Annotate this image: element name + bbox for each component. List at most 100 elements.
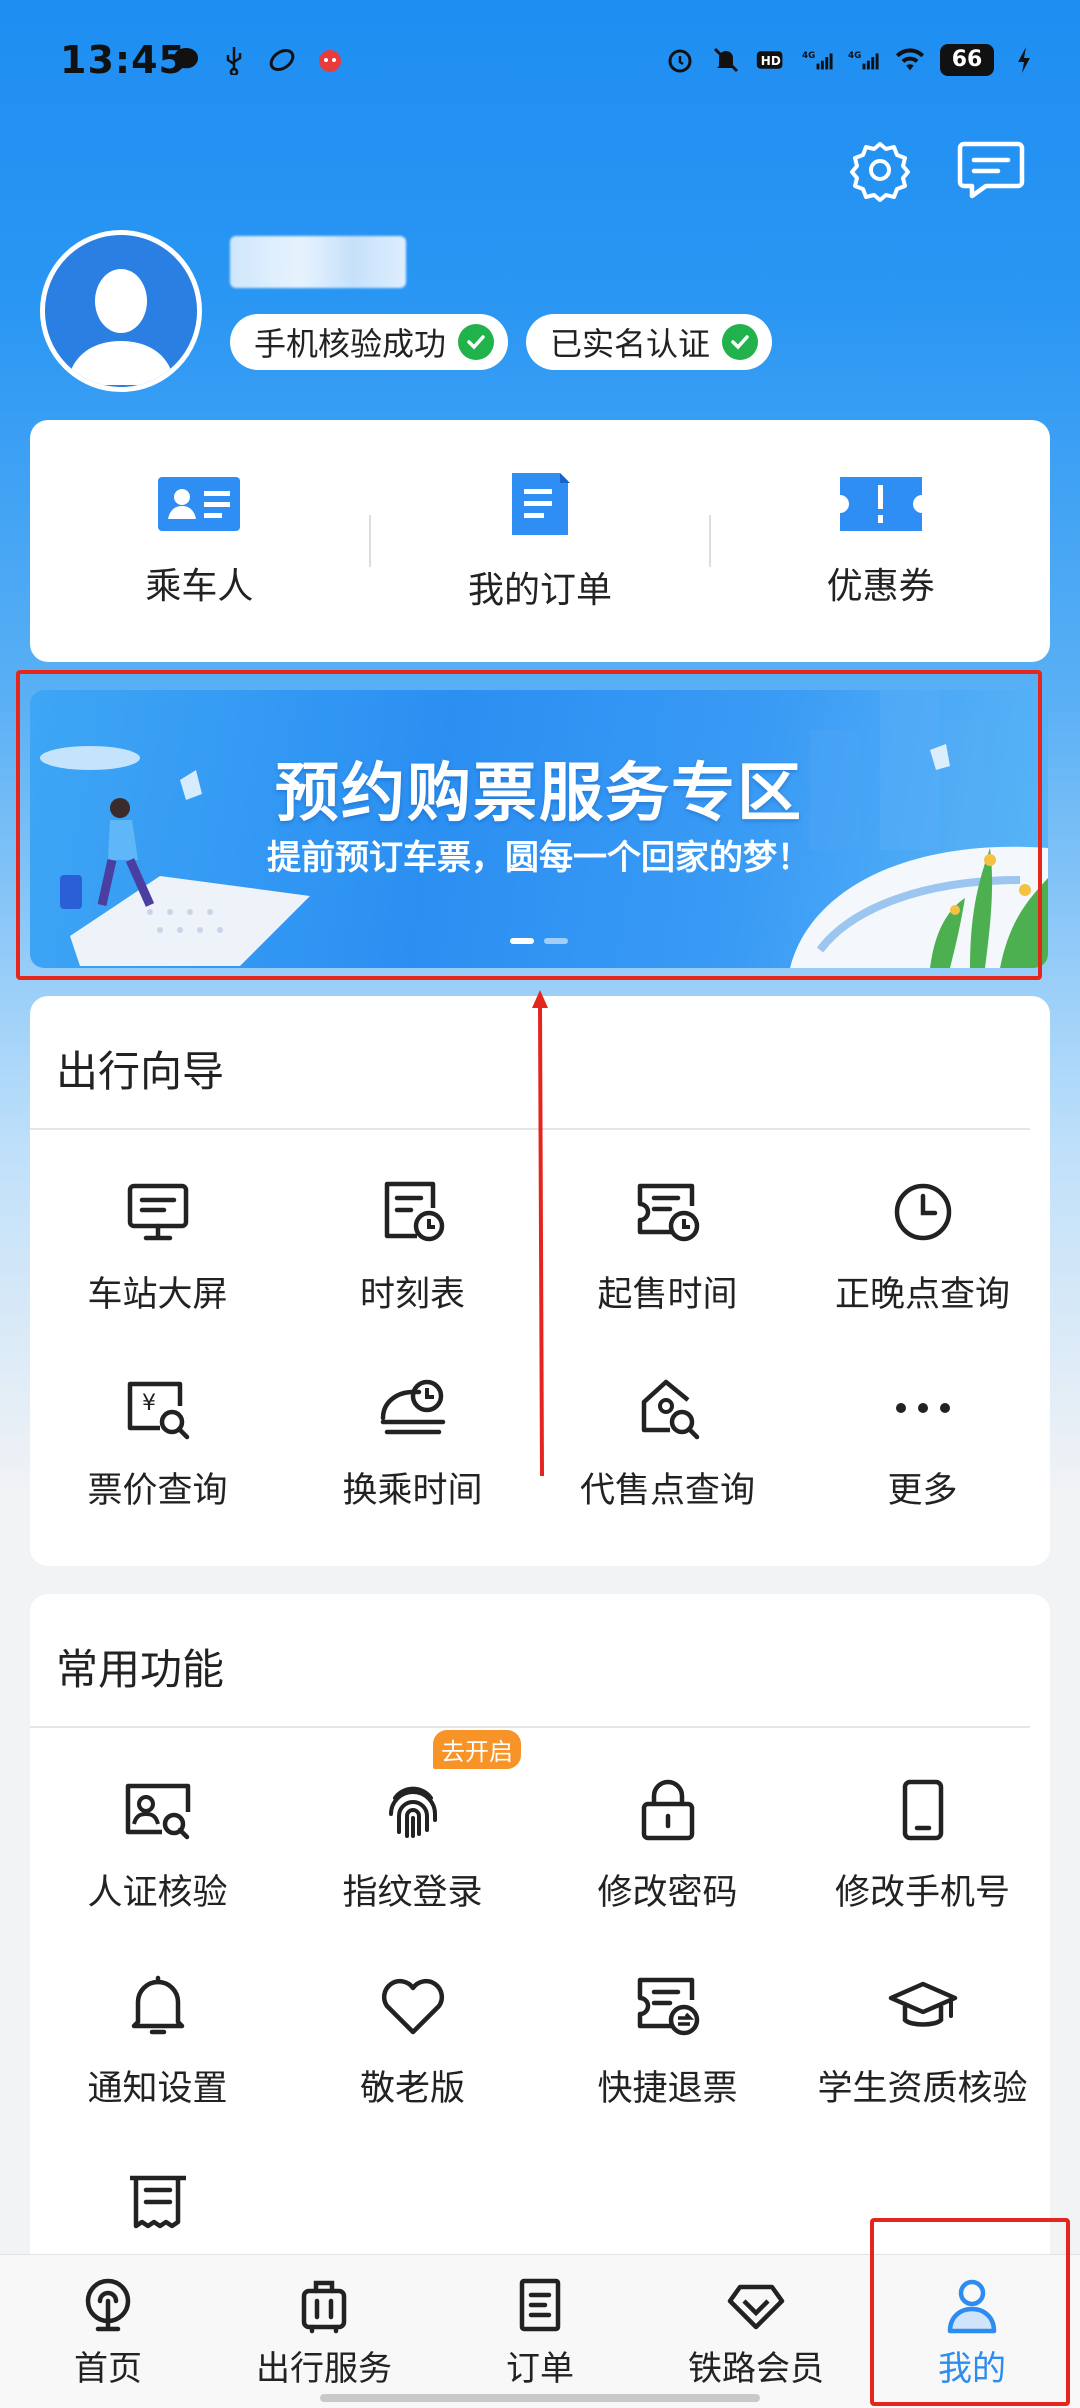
timetable-icon [384,1181,444,1242]
fingerprint-login-label: 指纹登录 [342,1873,483,1913]
status-right-icons: HD 4G 4G 66 [664,44,1040,76]
phone-icon [902,1779,943,1841]
agency-search-icon [641,1379,699,1440]
station-screen-button[interactable]: 车站大屏 [30,1142,285,1338]
nav-home-label: 首页 [74,2349,142,2389]
my-orders-button[interactable]: 我的订单 [371,469,710,613]
coupons-button[interactable]: 优惠券 [711,473,1050,609]
change-password-label: 修改密码 [597,1873,738,1913]
wifi-icon [894,44,926,76]
clock-icon [894,1183,951,1241]
annotation-arrow [532,990,548,1477]
lock-icon [641,1779,694,1841]
settings-button[interactable] [848,138,912,202]
username-blurred [230,236,406,288]
refund-ticket-icon [637,1977,699,2036]
annotation-highlight-banner [16,670,1042,980]
elderly-mode-label: 敬老版 [359,2069,465,2109]
phone-verified-badge: 手机核验成功 [230,314,509,370]
nav-railway-member[interactable]: 铁路会员 [648,2255,864,2408]
messages-button[interactable] [956,138,1026,202]
battery-indicator: 66 [940,44,994,76]
more-icon [895,1403,950,1413]
svg-text:4G: 4G [802,51,815,61]
student-verify-label: 学生资质核验 [817,2069,1028,2109]
delay-query-label: 正晚点查询 [834,1275,1010,1315]
change-phone-button[interactable]: 修改手机号 [795,1740,1050,1936]
check-icon [722,324,759,360]
section-divider [30,1726,1030,1728]
transfer-time-button[interactable]: 换乘时间 [285,1338,540,1534]
sale-time-icon [637,1183,699,1242]
nav-railway-member-label: 铁路会员 [688,2349,824,2389]
nav-orders[interactable]: 订单 [432,2255,648,2408]
passengers-label: 乘车人 [145,566,254,607]
agency-query-label: 代售点查询 [579,1471,755,1511]
quick-refund-label: 快捷退票 [597,2069,738,2109]
graduation-cap-icon [888,1981,957,2027]
phone-verified-label: 手机核验成功 [254,325,447,363]
diamond-icon [727,2284,785,2330]
delay-query-button[interactable]: 正晚点查询 [795,1142,1050,1338]
hd-icon: HD [756,44,788,76]
nav-home[interactable]: 首页 [0,2255,216,2408]
mute-icon [710,44,742,76]
id-verify-label: 人证核验 [87,1873,228,1913]
timetable-label: 时刻表 [359,1275,465,1315]
my-orders-label: 我的订单 [468,570,613,611]
passengers-button[interactable]: 乘车人 [30,473,369,609]
more-label: 更多 [887,1471,958,1511]
verification-badges: 手机核验成功 已实名认证 [230,314,773,370]
fingerprint-icon [388,1786,437,1838]
id-verify-button[interactable]: 人证核验 [30,1740,285,1936]
bell-icon [131,1975,184,2035]
change-phone-label: 修改手机号 [834,1873,1010,1913]
realname-verified-badge: 已实名认证 [526,314,773,370]
fingerprint-login-button[interactable]: 去开启 指纹登录 [285,1730,540,1936]
agency-query-button[interactable]: 代售点查询 [540,1338,795,1534]
notification-settings-label: 通知设置 [87,2069,228,2109]
passenger-card-icon [158,477,241,531]
common-functions-section: 常用功能 人证核验 去开启 指纹登录 修改密码 修改手机号 通知设置 敬老版 快… [30,1594,1050,2274]
sale-time-button[interactable]: 起售时间 [540,1142,795,1338]
alarm-icon [664,44,696,76]
order-document-icon [512,473,570,535]
home-indicator[interactable] [320,2394,760,2402]
svg-text:¥: ¥ [142,1391,156,1416]
more-button[interactable]: 更多 [795,1338,1050,1534]
app-notification-icon [314,44,346,76]
signal-4g-icon-2: 4G [848,44,880,76]
change-password-button[interactable]: 修改密码 [540,1740,795,1936]
annotation-highlight-nav [870,2218,1070,2406]
order-icon [519,2278,561,2332]
luggage-icon [301,2280,347,2334]
usb-icon [218,44,250,76]
gear-icon [850,142,910,202]
realname-verified-label: 已实名认证 [550,325,711,363]
sale-time-label: 起售时间 [597,1275,738,1315]
student-verify-button[interactable]: 学生资质核验 [795,1936,1050,2132]
transfer-time-label: 换乘时间 [342,1471,483,1511]
home-train-icon [85,2278,131,2332]
timetable-button[interactable]: 时刻表 [285,1142,540,1338]
elderly-mode-button[interactable]: 敬老版 [285,1936,540,2132]
invoice-icon [129,2175,186,2229]
quick-refund-button[interactable]: 快捷退票 [540,1936,795,2132]
fare-search-icon: ¥ [127,1381,189,1440]
heart-icon [381,1978,444,2035]
nav-travel-services[interactable]: 出行服务 [216,2255,432,2408]
enable-tag[interactable]: 去开启 [433,1730,521,1769]
common-functions-title: 常用功能 [56,1645,225,1694]
check-icon [458,324,495,360]
avatar[interactable] [40,230,202,392]
sync-icon [266,44,298,76]
coupons-label: 优惠券 [826,566,935,607]
coupon-icon [839,477,922,531]
svg-text:HD: HD [761,54,781,68]
fare-query-button[interactable]: ¥ 票价查询 [30,1338,285,1534]
message-icon [957,141,1025,199]
signal-4g-icon: 4G [802,44,834,76]
notification-settings-button[interactable]: 通知设置 [30,1936,285,2132]
quick-actions-card: 乘车人 我的订单 优惠券 [30,420,1050,662]
svg-text:4G: 4G [848,51,861,61]
